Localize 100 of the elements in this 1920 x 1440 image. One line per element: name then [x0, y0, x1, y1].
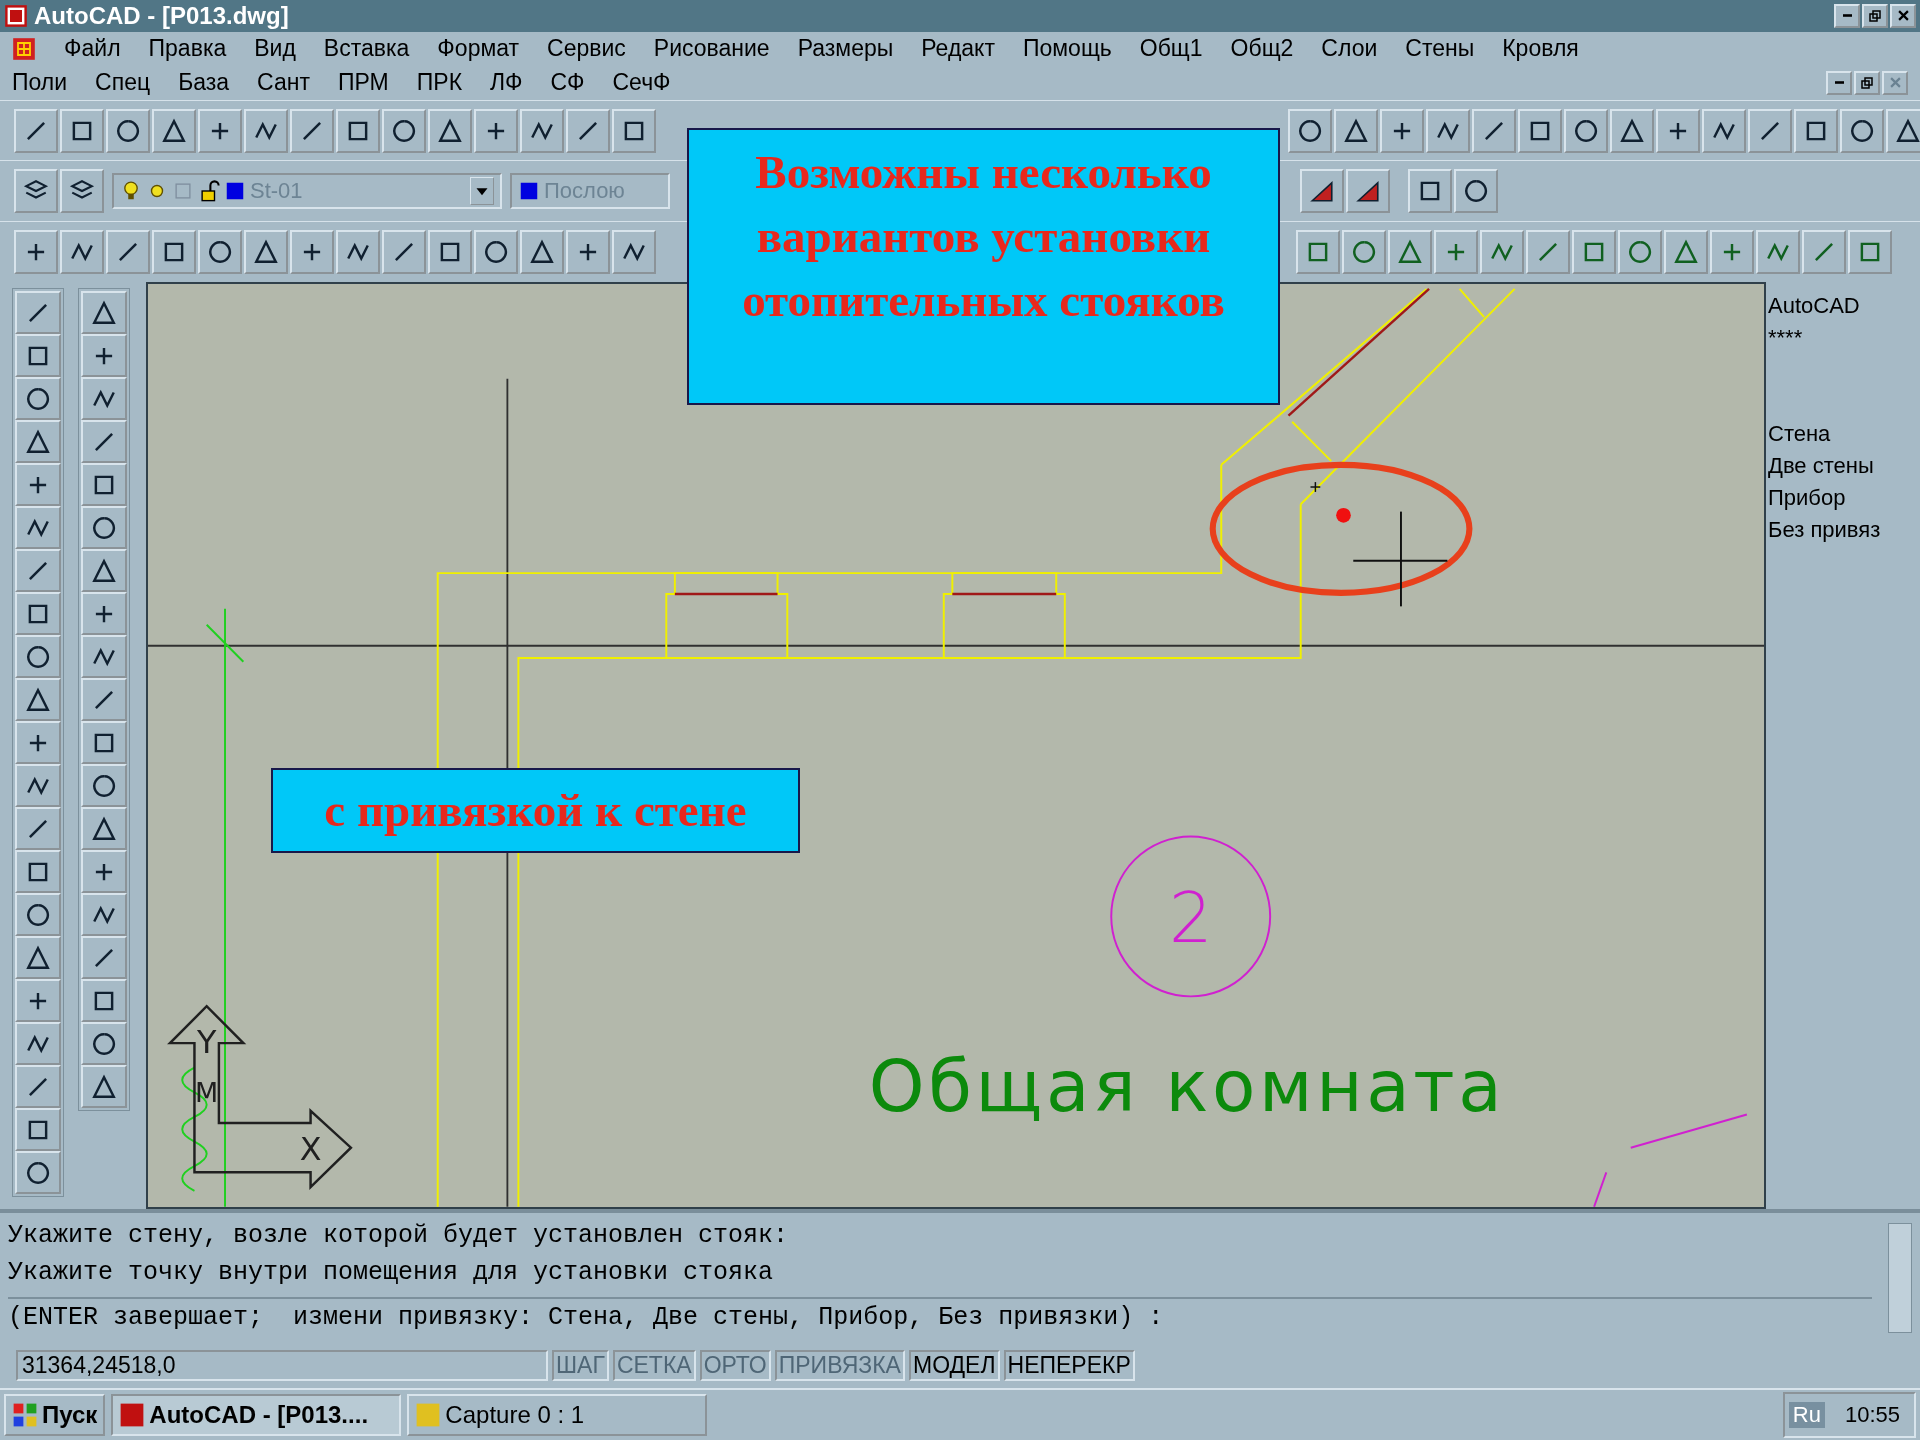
toolbar-button[interactable] [81, 678, 127, 722]
toolbar-button[interactable] [81, 635, 127, 679]
toolbar-button[interactable] [15, 678, 61, 722]
toolbar-button[interactable] [15, 1151, 61, 1195]
toolbar-button[interactable] [15, 850, 61, 894]
toolbar-button[interactable] [81, 506, 127, 550]
toolbar-button[interactable] [1610, 108, 1654, 153]
toolbar-button[interactable] [81, 1065, 127, 1109]
start-button[interactable]: Пуск [4, 1394, 106, 1437]
toolbar-button[interactable] [1656, 108, 1700, 153]
toolbar-button[interactable] [520, 108, 564, 153]
menu-item[interactable]: Правка [148, 35, 227, 63]
toolbar-button[interactable] [1434, 230, 1478, 275]
menu-item[interactable]: Сант [257, 69, 310, 97]
toolbar-button[interactable] [14, 230, 58, 275]
toolbar-button[interactable] [474, 230, 518, 275]
taskbar-button[interactable]: Capture 0 : 1 [407, 1394, 708, 1437]
toolbar-button[interactable] [152, 230, 196, 275]
toolbar-button[interactable] [1426, 108, 1470, 153]
screen-menu-item[interactable]: **** [1768, 322, 1918, 355]
toolbar-button[interactable] [60, 169, 104, 214]
menu-item[interactable]: Файл [64, 35, 121, 63]
toolbar-button[interactable] [1802, 230, 1846, 275]
status-toggle[interactable]: МОДЕЛ [908, 1350, 1000, 1382]
toolbar-button[interactable] [1886, 108, 1920, 153]
minimize-button[interactable] [1834, 3, 1860, 28]
toolbar-button[interactable] [1454, 169, 1498, 214]
menu-item[interactable]: Общ2 [1230, 35, 1294, 63]
toolbar-button[interactable] [474, 108, 518, 153]
toolbar-button[interactable] [1518, 108, 1562, 153]
toolbar-button[interactable] [81, 291, 127, 335]
toolbar-button[interactable] [1756, 230, 1800, 275]
status-toggle[interactable]: НЕПЕРЕКР [1003, 1350, 1135, 1382]
menu-item[interactable]: СФ [550, 69, 585, 97]
toolbar-button[interactable] [1472, 108, 1516, 153]
menu-item[interactable]: Общ1 [1139, 35, 1203, 63]
restore-button[interactable] [1854, 70, 1880, 95]
screen-menu-item[interactable]: AutoCAD [1768, 290, 1918, 323]
toolbar-button[interactable] [15, 420, 61, 464]
toolbar-button[interactable] [15, 936, 61, 980]
toolbar-button[interactable] [15, 807, 61, 851]
toolbar-button[interactable] [81, 893, 127, 937]
toolbar-button[interactable] [15, 979, 61, 1023]
menu-item[interactable]: Сервис [547, 35, 626, 63]
toolbar-button[interactable] [1288, 108, 1332, 153]
toolbar-button[interactable] [60, 230, 104, 275]
toolbar-button[interactable] [1748, 108, 1792, 153]
toolbar-button[interactable] [81, 463, 127, 507]
toolbar-button[interactable] [15, 721, 61, 765]
toolbar-button[interactable] [15, 1108, 61, 1152]
toolbar-button[interactable] [1702, 108, 1746, 153]
toolbar-button[interactable] [81, 807, 127, 851]
toolbar-button[interactable] [290, 108, 334, 153]
toolbar-button[interactable] [60, 108, 104, 153]
screen-menu-item[interactable]: Прибор [1768, 482, 1918, 515]
menu-item[interactable]: Стены [1405, 35, 1475, 63]
toolbar-button[interactable] [336, 230, 380, 275]
menu-item[interactable]: ЛФ [490, 69, 523, 97]
toolbar-button[interactable] [1572, 230, 1616, 275]
toolbar-button[interactable] [15, 592, 61, 636]
toolbar-button[interactable] [81, 979, 127, 1023]
menu-item[interactable]: Поли [12, 69, 68, 97]
toolbar-button[interactable] [152, 108, 196, 153]
menu-item[interactable]: Вставка [323, 35, 410, 63]
toolbar-button[interactable] [15, 764, 61, 808]
menu-item[interactable]: Помощь [1022, 35, 1112, 63]
toolbar-button[interactable] [15, 506, 61, 550]
toolbar-button[interactable] [81, 721, 127, 765]
menu-item[interactable]: Кровля [1502, 35, 1579, 63]
toolbar-button[interactable] [15, 635, 61, 679]
toolbar-button[interactable] [244, 230, 288, 275]
menu-item[interactable]: ПРК [416, 69, 463, 97]
toolbar-button[interactable] [382, 230, 426, 275]
toolbar-button[interactable] [81, 549, 127, 593]
toolbar-button[interactable] [1710, 230, 1754, 275]
menu-item[interactable]: Рисование [653, 35, 770, 63]
toolbar-button[interactable] [15, 1022, 61, 1066]
toolbar-button[interactable] [14, 108, 58, 153]
toolbar-button[interactable] [81, 850, 127, 894]
screen-menu-item[interactable]: Стена [1768, 418, 1918, 451]
menu-item[interactable]: Размеры [797, 35, 894, 63]
menu-item[interactable]: Вид [254, 35, 296, 63]
menu-item[interactable]: Редакт [921, 35, 995, 63]
menu-item[interactable]: СечФ [612, 69, 671, 97]
menu-item[interactable]: Формат [437, 35, 520, 63]
toolbar-button[interactable] [1848, 230, 1892, 275]
toolbar-button[interactable] [81, 377, 127, 421]
toolbar-button[interactable] [81, 764, 127, 808]
toolbar-button[interactable] [1480, 230, 1524, 275]
toolbar-button[interactable] [244, 108, 288, 153]
toolbar-button[interactable] [15, 334, 61, 378]
toolbar-button[interactable] [1388, 230, 1432, 275]
toolbar-button[interactable] [198, 230, 242, 275]
toolbar-button[interactable] [612, 108, 656, 153]
toolbar-button[interactable] [81, 592, 127, 636]
toolbar-button[interactable] [1840, 108, 1884, 153]
toolbar-button[interactable] [520, 230, 564, 275]
toolbar-button[interactable] [1664, 230, 1708, 275]
toolbar-button[interactable] [15, 893, 61, 937]
menu-item[interactable]: Слои [1321, 35, 1378, 63]
